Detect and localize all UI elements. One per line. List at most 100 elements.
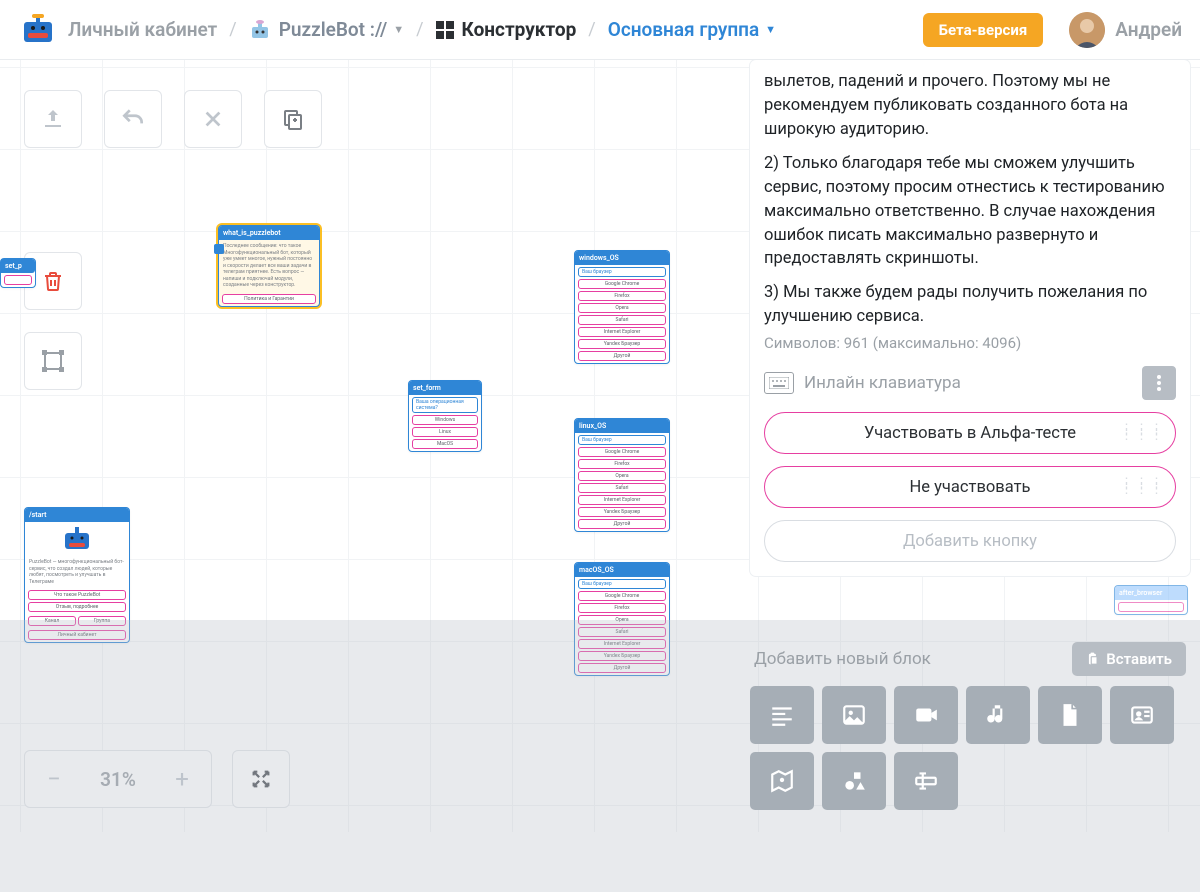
- bot-name-label: PuzzleBot ://: [279, 18, 388, 41]
- block-image[interactable]: [822, 686, 886, 744]
- node-after-browser[interactable]: after_browser: [1114, 585, 1188, 615]
- breadcrumb-sep: /: [416, 19, 423, 40]
- paste-label: Вставить: [1106, 650, 1172, 668]
- node-title: what_is_puzzlebot: [219, 226, 319, 240]
- inline-button-1[interactable]: Участвовать в Альфа-тесте ⋮⋮⋮⋮⋮⋮: [764, 412, 1176, 454]
- block-form[interactable]: [894, 752, 958, 810]
- node-row[interactable]: Firefox: [578, 459, 666, 469]
- breadcrumb-sep: /: [229, 19, 236, 40]
- node-title: linux_OS: [575, 419, 669, 433]
- node-row[interactable]: MacOS: [412, 439, 478, 449]
- node-row[interactable]: Firefox: [578, 603, 666, 613]
- node-row[interactable]: Yandex Браузер: [578, 339, 666, 349]
- block-file[interactable]: [1038, 686, 1102, 744]
- block-video[interactable]: [894, 686, 958, 744]
- add-block-panel: Добавить новый блок Вставить: [750, 630, 1190, 810]
- breadcrumb-constructor[interactable]: Конструктор: [436, 18, 577, 41]
- node-row[interactable]: Internet Explorer: [578, 327, 666, 337]
- inline-button-2[interactable]: Не участвовать ⋮⋮⋮⋮⋮⋮: [764, 466, 1176, 508]
- block-sticker[interactable]: [822, 752, 886, 810]
- block-location[interactable]: [750, 752, 814, 810]
- node-title: macOS_OS: [575, 563, 669, 577]
- block-type-grid: [750, 686, 1190, 810]
- undo-button[interactable]: [104, 90, 162, 148]
- close-button[interactable]: [184, 90, 242, 148]
- block-text[interactable]: [750, 686, 814, 744]
- node-row[interactable]: Linux: [412, 427, 478, 437]
- node-title: windows_OS: [575, 251, 669, 265]
- node-row[interactable]: Другой: [578, 519, 666, 529]
- paste-button[interactable]: Вставить: [1072, 642, 1186, 676]
- node-row[interactable]: Отзыв, подробнее: [28, 602, 126, 612]
- node-title: set_form: [409, 381, 481, 395]
- node-cut[interactable]: set_p: [0, 258, 36, 288]
- node-windows-os[interactable]: windows_OS Ваш браузер Google Chrome Fir…: [574, 250, 670, 364]
- keyboard-icon: [764, 372, 794, 394]
- header: Личный кабинет / PuzzleBot :// ▼ / Конст…: [0, 0, 1200, 60]
- chevron-down-icon: ▼: [765, 23, 776, 36]
- node-linux-os[interactable]: linux_OS Ваш браузер Google Chrome Firef…: [574, 418, 670, 532]
- group-label: Основная группа: [608, 18, 759, 41]
- beta-button[interactable]: Бета-версия: [923, 13, 1044, 47]
- node-row[interactable]: Firefox: [578, 291, 666, 301]
- node-title: set_p: [1, 259, 35, 273]
- node-set-form[interactable]: set_form Ваша операционная система? Wind…: [408, 380, 482, 452]
- inline-button-label: Участвовать в Альфа-тесте: [864, 424, 1076, 443]
- add-inline-button[interactable]: Добавить кнопку: [764, 520, 1176, 562]
- node-row[interactable]: Yandex Браузер: [578, 507, 666, 517]
- constructor-label: Конструктор: [462, 18, 577, 41]
- editor-panel: вылетов, падений и прочего. Поэтому мы н…: [750, 60, 1190, 576]
- keyboard-label: Инлайн клавиатура: [804, 373, 1132, 393]
- node-row: Ваш браузер: [578, 579, 666, 589]
- node-title: after_browser: [1115, 586, 1187, 600]
- node-row: [4, 275, 32, 285]
- node-row[interactable]: Internet Explorer: [578, 495, 666, 505]
- node-row[interactable]: Safari: [578, 483, 666, 493]
- group-selector[interactable]: Основная группа ▼: [608, 18, 776, 41]
- bot-icon: [59, 525, 95, 553]
- duplicate-button[interactable]: [264, 90, 322, 148]
- node-row[interactable]: Google Chrome: [578, 279, 666, 289]
- bot-icon: [249, 19, 271, 41]
- keyboard-menu-button[interactable]: [1142, 366, 1176, 400]
- node-row: [1118, 602, 1184, 612]
- node-body: Последнее сообщение: что такое Многофунк…: [219, 240, 319, 292]
- node-row: Ваш браузер: [578, 267, 666, 277]
- node-row: Ваш браузер: [578, 435, 666, 445]
- node-row: Ваша операционная система?: [412, 397, 478, 413]
- app-logo: [18, 12, 58, 48]
- add-button-label: Добавить кнопку: [903, 532, 1037, 551]
- message-text: вылетов, падений и прочего. Поэтому мы н…: [764, 70, 1176, 330]
- keyboard-type-row: Инлайн клавиатура: [764, 366, 1176, 400]
- upload-button[interactable]: [24, 90, 82, 148]
- char-counter: Символов: 961 (максимально: 4096): [764, 334, 1176, 352]
- username-label: Андрей: [1115, 18, 1182, 41]
- node-row[interactable]: Google Chrome: [578, 447, 666, 457]
- node-port: [214, 244, 224, 254]
- node-row[interactable]: Что такое PuzzleBot: [28, 590, 126, 600]
- breadcrumb-personal[interactable]: Личный кабинет: [68, 18, 217, 41]
- canvas[interactable]: set_p what_is_puzzlebot Последнее сообще…: [0, 60, 1200, 832]
- node-row[interactable]: Safari: [578, 315, 666, 325]
- drag-handle-icon[interactable]: ⋮⋮⋮⋮⋮⋮: [1120, 427, 1165, 439]
- node-title: /start: [25, 508, 129, 522]
- inline-button-label: Не участвовать: [910, 478, 1031, 497]
- breadcrumb-sep: /: [588, 19, 595, 40]
- node-row[interactable]: Opera: [578, 303, 666, 313]
- apps-icon: [436, 21, 454, 39]
- node-body: PuzzleBot — многофункциональный бот-серв…: [25, 556, 129, 588]
- node-row[interactable]: Другой: [578, 351, 666, 361]
- node-row[interactable]: Windows: [412, 415, 478, 425]
- drag-handle-icon[interactable]: ⋮⋮⋮⋮⋮⋮: [1120, 481, 1165, 493]
- chevron-down-icon: ▼: [393, 23, 404, 36]
- avatar[interactable]: [1069, 12, 1105, 48]
- bot-selector[interactable]: PuzzleBot :// ▼: [249, 18, 404, 41]
- node-row[interactable]: Политика и Гарантии: [222, 294, 316, 304]
- add-block-title: Добавить новый блок: [754, 649, 931, 669]
- node-what-is-puzzlebot[interactable]: what_is_puzzlebot Последнее сообщение: ч…: [218, 225, 320, 307]
- fit-frame-button[interactable]: [24, 332, 82, 390]
- block-contact[interactable]: [1110, 686, 1174, 744]
- node-row[interactable]: Google Chrome: [578, 591, 666, 601]
- block-audio[interactable]: [966, 686, 1030, 744]
- node-row[interactable]: Opera: [578, 471, 666, 481]
